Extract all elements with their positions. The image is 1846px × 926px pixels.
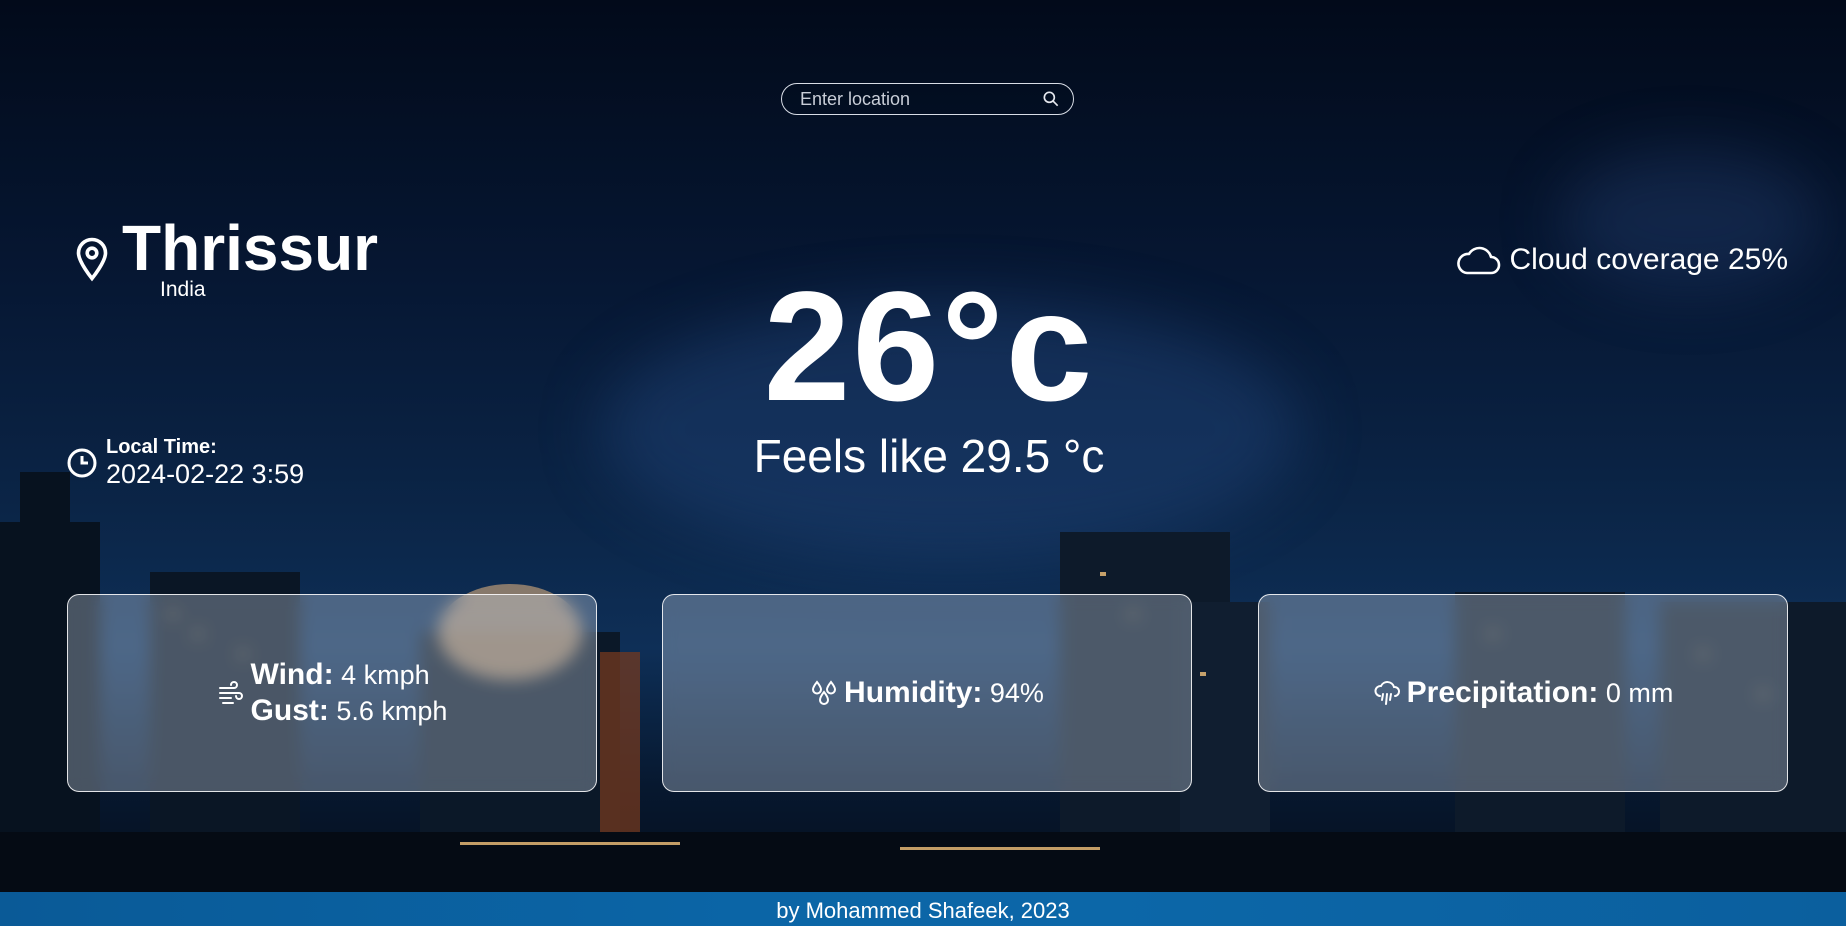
precipitation-value: 0 mm [1605, 677, 1674, 708]
precipitation-card: Precipitation: 0 mm [1258, 594, 1788, 792]
footer: by Mohammed Shafeek, 2023 [0, 892, 1846, 926]
search-bar [781, 83, 1074, 115]
precipitation-label: Precipitation: [1406, 676, 1599, 709]
weather-app: Thrissur India Cloud coverage 25% 26°c F… [0, 0, 1846, 926]
wind-label: Wind: [250, 658, 334, 691]
humidity-card: Humidity: 94% [662, 594, 1192, 792]
footer-credit: by Mohammed Shafeek, 2023 [776, 898, 1070, 923]
wind-icon [218, 681, 243, 704]
humidity-value: 94% [989, 677, 1044, 708]
wind-value: 4 kmph [341, 660, 430, 690]
local-time-label: Local Time: [106, 436, 217, 458]
humidity-label: Humidity: [844, 676, 983, 709]
gust-line: Gust: 5.6 kmph [251, 693, 448, 729]
local-time-value: 2024-02-22 3:59 [106, 459, 305, 489]
search-icon[interactable] [1041, 89, 1061, 109]
gust-label: Gust: [250, 694, 329, 727]
rain-cloud-icon [1374, 681, 1400, 705]
temperature: 26°c [763, 260, 1095, 434]
search-input[interactable] [798, 87, 1041, 111]
wind-card: Wind: 4 kmph Gust: 5.6 kmph [67, 594, 597, 792]
wind-line: Wind: 4 kmph [251, 657, 448, 693]
clock-icon [67, 448, 97, 478]
gust-value: 5.6 kmph [336, 696, 448, 726]
humidity-icon [812, 680, 837, 705]
local-time: Local Time: 2024-02-22 3:59 [66, 436, 304, 490]
